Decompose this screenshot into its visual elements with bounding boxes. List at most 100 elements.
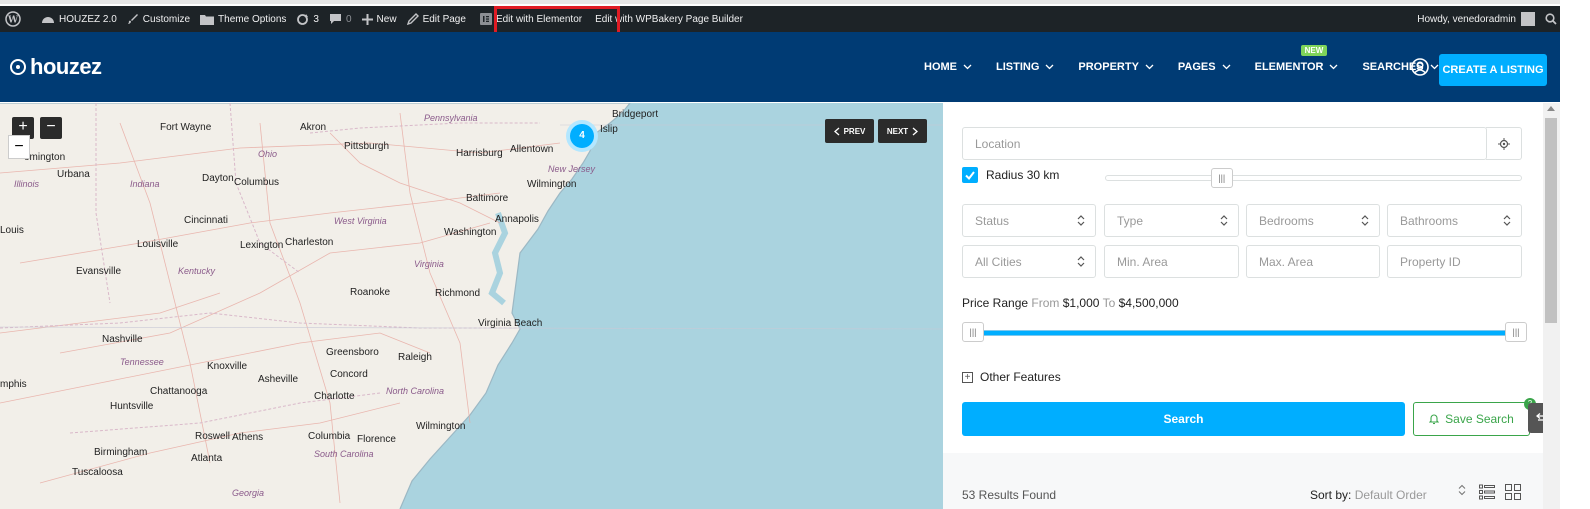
radius-slider-handle[interactable]: ||| bbox=[1210, 168, 1233, 188]
customize-link[interactable]: Customize bbox=[122, 6, 195, 32]
pencil-icon bbox=[406, 13, 419, 25]
map-prev-button[interactable]: PREV bbox=[825, 119, 874, 143]
logo-pin-icon bbox=[10, 59, 26, 75]
wordpress-menu[interactable]: W bbox=[0, 6, 30, 32]
scroll-up-arrow-icon[interactable] bbox=[1547, 106, 1555, 111]
type-label: Type bbox=[1117, 213, 1144, 228]
map-label-city: Raleigh bbox=[398, 352, 432, 363]
comments-link[interactable]: 0 bbox=[324, 6, 357, 32]
theme-options-link[interactable]: Theme Options bbox=[195, 6, 291, 32]
avatar bbox=[1521, 12, 1535, 26]
type-select[interactable]: Type bbox=[1104, 204, 1239, 237]
map-label-city: Atlanta bbox=[191, 453, 223, 464]
map-label-city: Wilmington bbox=[416, 421, 466, 432]
nav-label: PROPERTY bbox=[1078, 61, 1139, 73]
user-account-icon[interactable] bbox=[1411, 58, 1429, 81]
sort-by-control[interactable]: Sort by: Default Order bbox=[1310, 488, 1427, 502]
property-id-input[interactable]: Property ID bbox=[1387, 245, 1522, 278]
bathrooms-label: Bathrooms bbox=[1400, 213, 1459, 228]
price-max-handle[interactable]: ||| bbox=[1505, 322, 1527, 342]
site-name-menu[interactable]: HOUZEZ 2.0 bbox=[36, 6, 122, 32]
zoom-out-plain-button[interactable]: − bbox=[8, 135, 30, 159]
map-next-button[interactable]: NEXT bbox=[878, 119, 927, 143]
map-label-state: Tennessee bbox=[120, 357, 164, 367]
nav-item-listing[interactable]: LISTING bbox=[996, 61, 1054, 73]
property-id-placeholder: Property ID bbox=[1400, 254, 1461, 269]
grid-view-icon[interactable] bbox=[1505, 484, 1521, 500]
wp-admin-bar: W HOUZEZ 2.0 Customize Theme Options 3 0… bbox=[0, 6, 1590, 32]
new-label: New bbox=[376, 13, 397, 25]
account-menu[interactable]: Howdy, venedoradmin bbox=[1412, 6, 1540, 32]
scrollbar-thumb[interactable] bbox=[1545, 118, 1557, 323]
status-label: Status bbox=[975, 213, 1010, 228]
map-area[interactable]: Bridgeport Pennsylvania Islip Fort Wayne Akr… bbox=[0, 103, 943, 509]
bedrooms-select[interactable]: Bedrooms bbox=[1246, 204, 1380, 237]
crosshair-icon bbox=[1497, 137, 1510, 150]
max-area-input[interactable]: Max. Area bbox=[1246, 245, 1380, 278]
price-to-value: $4,500,000 bbox=[1118, 296, 1179, 310]
radius-slider[interactable] bbox=[1105, 175, 1522, 181]
map-label-state: Pennsylvania bbox=[424, 113, 478, 123]
radius-checkbox[interactable] bbox=[962, 167, 978, 183]
updown-arrow-icon bbox=[1077, 256, 1085, 267]
location-placeholder: Location bbox=[975, 136, 1021, 151]
min-area-input[interactable]: Min. Area bbox=[1104, 245, 1239, 278]
map-label-city: Fort Wayne bbox=[160, 122, 212, 133]
search-button[interactable]: Search bbox=[962, 402, 1405, 436]
other-features-toggle[interactable]: + Other Features bbox=[962, 370, 1061, 384]
map-label-city: Islip bbox=[600, 124, 618, 135]
price-from-word: From bbox=[1031, 296, 1060, 310]
elementor-icon bbox=[479, 13, 492, 25]
edit-page-label: Edit Page bbox=[422, 13, 466, 25]
map-label-city: Charleston bbox=[285, 237, 334, 248]
edit-page-link[interactable]: Edit Page bbox=[402, 6, 471, 32]
zoom-out-button[interactable]: − bbox=[40, 117, 62, 139]
updown-arrow-icon bbox=[1220, 215, 1228, 226]
bathrooms-select[interactable]: Bathrooms bbox=[1387, 204, 1522, 237]
list-view-icon[interactable] bbox=[1479, 484, 1495, 500]
map-label-state: North Carolina bbox=[386, 386, 445, 396]
map-label-city: omington bbox=[24, 152, 66, 163]
customize-label: Customize bbox=[142, 13, 191, 25]
other-features-label: Other Features bbox=[980, 370, 1061, 384]
edit-with-elementor-link[interactable]: Edit with Elementor bbox=[475, 6, 587, 32]
location-input[interactable]: Location bbox=[962, 127, 1487, 160]
updown-arrow-icon bbox=[1503, 215, 1511, 226]
chevron-down-icon bbox=[1330, 64, 1338, 70]
create-listing-button[interactable]: CREATE A LISTING bbox=[1439, 54, 1547, 86]
map-cluster-marker[interactable]: 4 bbox=[566, 120, 598, 152]
brush-icon bbox=[127, 14, 138, 24]
map-label-state: Ohio bbox=[258, 149, 278, 159]
nav-item-pages[interactable]: PAGES bbox=[1178, 61, 1231, 73]
new-content-link[interactable]: New bbox=[357, 6, 402, 32]
geolocate-button[interactable] bbox=[1486, 127, 1522, 160]
map-label-city: Concord bbox=[330, 369, 368, 380]
cities-select[interactable]: All Cities bbox=[962, 245, 1096, 278]
bell-icon bbox=[1429, 414, 1440, 425]
site-logo[interactable]: houzez bbox=[10, 54, 102, 80]
price-min-handle[interactable]: ||| bbox=[962, 322, 984, 342]
save-search-button[interactable]: Save Search bbox=[1413, 402, 1530, 436]
updown-arrow-icon bbox=[1361, 215, 1369, 226]
results-count: 53 Results Found bbox=[962, 488, 1057, 502]
map-label-city: Roanoke bbox=[350, 287, 391, 298]
nav-item-elementor[interactable]: NEW ELEMENTOR bbox=[1255, 45, 1339, 73]
map-label-city: Tuscaloosa bbox=[72, 467, 123, 478]
nav-item-home[interactable]: HOME bbox=[924, 61, 972, 73]
updates-link[interactable]: 3 bbox=[291, 6, 324, 32]
map-label-city: Urbana bbox=[57, 169, 90, 180]
wordpress-icon: W bbox=[5, 11, 21, 27]
map-label-city: Washington bbox=[444, 227, 497, 238]
map-label-city: Huntsville bbox=[110, 401, 154, 412]
price-range-slider[interactable] bbox=[970, 330, 1518, 336]
status-select[interactable]: Status bbox=[962, 204, 1096, 237]
map-label-city: Bridgeport bbox=[612, 109, 659, 120]
checkmark-icon bbox=[965, 171, 975, 181]
sort-updown-icon[interactable] bbox=[1458, 484, 1466, 496]
map-label-state: Kentucky bbox=[178, 266, 216, 276]
map-label-city: Baltimore bbox=[466, 193, 509, 204]
edit-with-wpbakery-link[interactable]: Edit with WPBakery Page Builder bbox=[590, 6, 748, 32]
prev-label: PREV bbox=[843, 126, 866, 136]
chevron-down-icon bbox=[1045, 64, 1054, 70]
nav-item-property[interactable]: PROPERTY bbox=[1078, 61, 1154, 73]
